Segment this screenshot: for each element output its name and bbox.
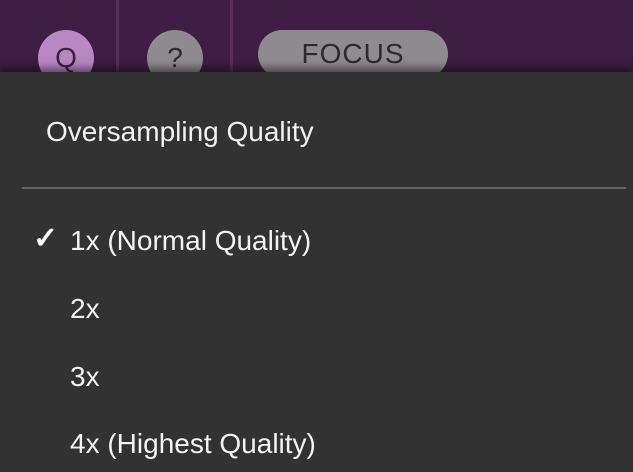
menu-header: Oversampling Quality (46, 116, 314, 147)
menu-item-4x[interactable]: 4x (Highest Quality) (0, 417, 633, 472)
toolbar: Q ? FOCUS (0, 0, 633, 82)
menu-item-label: 2x (70, 293, 100, 324)
menu-item-label: 1x (Normal Quality) (70, 225, 312, 256)
oversampling-quality-menu: Oversampling Quality ✓ 1x (Normal Qualit… (0, 72, 633, 472)
menu-item-1x[interactable]: ✓ 1x (Normal Quality) (0, 214, 633, 270)
checkmark-icon: ✓ (33, 222, 59, 255)
menu-item-3x[interactable]: 3x (0, 350, 633, 406)
toolbar-separator (230, 0, 233, 82)
toolbar-separator (116, 0, 119, 82)
focus-button[interactable]: FOCUS (258, 30, 448, 78)
menu-item-label: 3x (70, 361, 100, 392)
menu-divider (22, 187, 626, 189)
menu-item-2x[interactable]: 2x (0, 282, 633, 338)
menu-item-label: 4x (Highest Quality) (70, 428, 316, 459)
